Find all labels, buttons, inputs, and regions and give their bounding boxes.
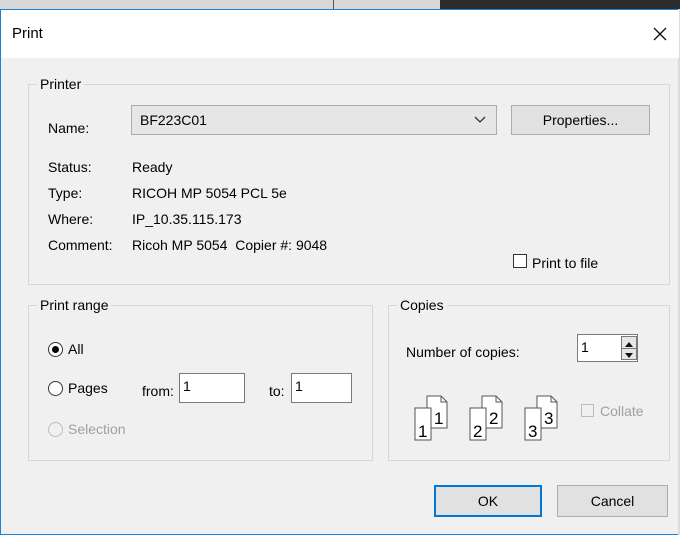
collate-digit: 3: [528, 422, 537, 441]
print-to-file-label[interactable]: Print to file: [532, 255, 598, 271]
collate-label[interactable]: Collate: [600, 403, 644, 419]
copies-group-label: Copies: [400, 297, 444, 313]
status-label: Status:: [48, 159, 92, 175]
pages-radio[interactable]: [48, 381, 63, 396]
printer-group-label: Printer: [40, 76, 82, 92]
printer-name-value: BF223C01: [140, 112, 207, 128]
type-label: Type:: [48, 185, 83, 201]
number-of-copies-value: 1: [581, 339, 589, 355]
selection-label[interactable]: Selection: [68, 421, 126, 437]
cancel-button[interactable]: Cancel: [557, 485, 668, 517]
comment-value: Ricoh MP 5054 Copier #: 9048: [132, 237, 328, 253]
background-window-strip: [0, 0, 680, 9]
collate-digit: 1: [434, 409, 443, 428]
collate-digit: 2: [489, 409, 498, 428]
print-to-file-checkbox[interactable]: [513, 254, 527, 268]
print-range-group-label: Print range: [40, 297, 109, 313]
background-divider: [333, 0, 334, 9]
all-label[interactable]: All: [68, 341, 84, 357]
print-dialog: Print Printer Name: BF223C01 Properties.…: [0, 9, 679, 535]
comment-label: Comment:: [48, 237, 113, 253]
collate-digit: 3: [544, 409, 553, 428]
status-value: Ready: [132, 159, 173, 175]
title-bar: Print: [1, 10, 679, 58]
background-dark-region: [440, 0, 680, 9]
collate-pages-icon: 1 1 2 2 3 3: [414, 395, 558, 441]
from-page-value: 1: [183, 378, 191, 394]
printer-name-select[interactable]: BF223C01: [131, 105, 497, 135]
collate-digit: 2: [473, 422, 482, 441]
spin-down-button[interactable]: [622, 348, 636, 359]
all-radio[interactable]: [48, 342, 63, 357]
type-value: RICOH MP 5054 PCL 5e: [132, 185, 287, 201]
to-label: to:: [269, 383, 285, 399]
dialog-title: Print: [12, 25, 43, 42]
close-icon: [653, 27, 667, 41]
where-label: Where:: [48, 211, 94, 227]
ok-button[interactable]: OK: [434, 485, 542, 517]
spin-down-icon: [625, 353, 633, 358]
number-of-copies-label: Number of copies:: [406, 344, 520, 360]
pages-label[interactable]: Pages: [68, 380, 108, 396]
close-button[interactable]: [645, 19, 675, 49]
collate-checkbox[interactable]: [581, 404, 594, 417]
collate-digit: 1: [418, 422, 427, 441]
selection-radio[interactable]: [48, 422, 63, 437]
copies-spinner[interactable]: [621, 336, 637, 360]
from-label: from:: [142, 383, 174, 399]
where-value: IP_10.35.115.173: [132, 211, 242, 227]
to-page-value: 1: [295, 378, 303, 394]
to-page-input[interactable]: 1: [291, 373, 352, 403]
name-label: Name:: [48, 120, 90, 136]
chevron-down-icon: [474, 116, 486, 123]
properties-button[interactable]: Properties...: [511, 105, 650, 135]
from-page-input[interactable]: 1: [179, 373, 245, 403]
